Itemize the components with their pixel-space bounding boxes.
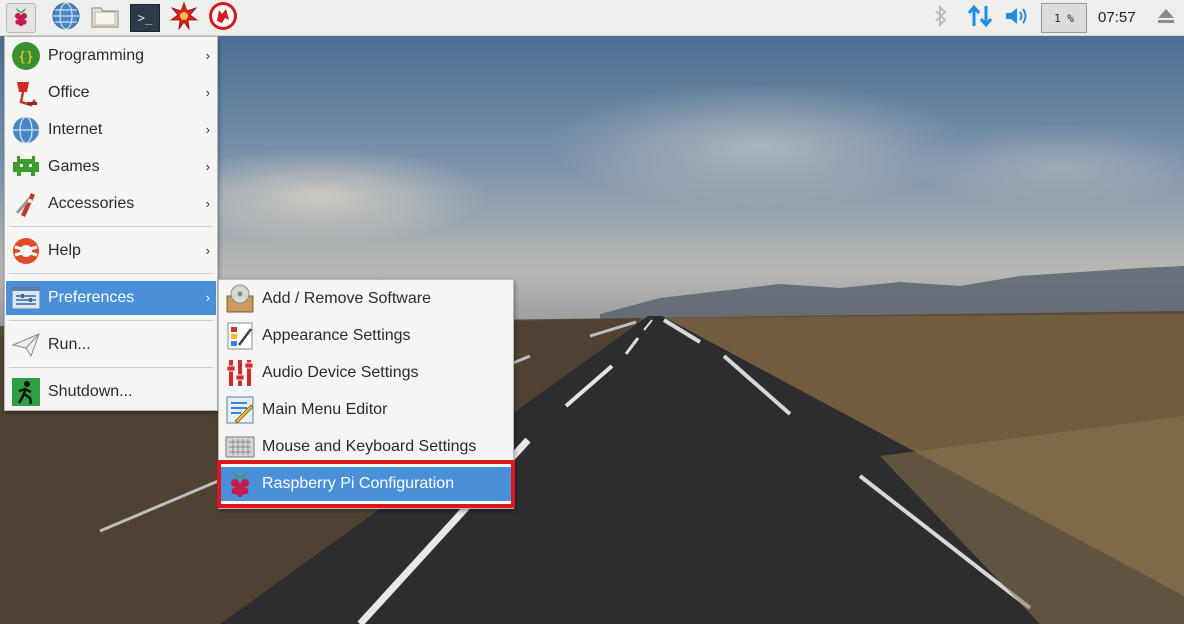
main-menu: {} Programming › Office › Internet › Gam… bbox=[4, 36, 218, 411]
clock[interactable]: 07:57 bbox=[1098, 0, 1136, 36]
submenu-item-add-remove-software[interactable]: Add / Remove Software bbox=[220, 282, 512, 316]
submenu-item-label: Mouse and Keyboard Settings bbox=[262, 438, 477, 455]
eject-button[interactable] bbox=[1154, 3, 1178, 33]
menu-item-games[interactable]: Games › bbox=[6, 150, 216, 184]
submenu-item-label: Main Menu Editor bbox=[262, 401, 388, 418]
submenu-arrow-icon: › bbox=[205, 243, 210, 258]
games-icon bbox=[10, 151, 42, 183]
submenu-item-main-menu-editor[interactable]: Main Menu Editor bbox=[220, 393, 512, 427]
submenu-arrow-icon: › bbox=[205, 122, 210, 137]
svg-text:{}: {} bbox=[18, 50, 34, 65]
preferences-submenu: Add / Remove Software Appearance Setting… bbox=[218, 279, 514, 509]
add-remove-software-icon bbox=[224, 283, 256, 315]
menu-item-internet[interactable]: Internet › bbox=[6, 113, 216, 147]
submenu-item-appearance-settings[interactable]: Appearance Settings bbox=[220, 319, 512, 353]
bluetooth-button[interactable] bbox=[930, 3, 952, 33]
menu-item-label: Programming bbox=[48, 47, 145, 64]
menu-item-label: Preferences bbox=[48, 289, 135, 306]
terminal-icon: >_ bbox=[130, 4, 160, 32]
appearance-settings-icon bbox=[224, 320, 256, 352]
help-icon bbox=[10, 235, 42, 267]
mathematica-icon bbox=[169, 1, 199, 35]
top-panel: >_ 1 % 07:57 bbox=[0, 0, 1184, 36]
submenu-item-label: Audio Device Settings bbox=[262, 364, 419, 381]
menu-item-label: Run... bbox=[48, 336, 91, 353]
menu-item-label: Shutdown... bbox=[48, 383, 133, 400]
menu-item-run[interactable]: Run... bbox=[6, 328, 216, 362]
volume-icon bbox=[1004, 5, 1030, 32]
bluetooth-icon bbox=[934, 4, 948, 32]
menu-item-office[interactable]: Office › bbox=[6, 76, 216, 110]
menu-item-programming[interactable]: {} Programming › bbox=[6, 39, 216, 73]
preferences-icon bbox=[10, 282, 42, 314]
submenu-item-label: Appearance Settings bbox=[262, 327, 411, 344]
audio-device-settings-icon bbox=[224, 357, 256, 389]
mouse-keyboard-settings-icon bbox=[224, 431, 256, 463]
menu-separator bbox=[9, 226, 213, 227]
accessories-icon bbox=[10, 188, 42, 220]
menu-item-label: Office bbox=[48, 84, 90, 101]
menu-item-help[interactable]: Help › bbox=[6, 234, 216, 268]
volume-button[interactable] bbox=[1003, 3, 1031, 33]
internet-icon bbox=[10, 114, 42, 146]
programming-icon: {} bbox=[10, 40, 42, 72]
wolfram-launcher[interactable] bbox=[208, 1, 238, 36]
menu-item-label: Accessories bbox=[48, 195, 135, 212]
cpu-usage-monitor[interactable]: 1 % bbox=[1041, 3, 1087, 33]
menu-separator bbox=[9, 320, 213, 321]
submenu-arrow-icon: › bbox=[205, 48, 210, 63]
network-button[interactable] bbox=[966, 3, 994, 33]
terminal-launcher[interactable]: >_ bbox=[130, 3, 160, 33]
network-icon bbox=[967, 4, 993, 33]
shutdown-icon bbox=[10, 376, 42, 408]
mathematica-launcher[interactable] bbox=[169, 1, 199, 35]
web-browser-launcher[interactable] bbox=[51, 1, 81, 36]
run-icon bbox=[10, 329, 42, 361]
wolfram-icon bbox=[208, 1, 238, 36]
eject-icon bbox=[1156, 7, 1176, 30]
menu-item-label: Help bbox=[48, 242, 81, 259]
raspberry-pi-configuration-icon bbox=[224, 468, 256, 500]
web-browser-icon bbox=[51, 1, 81, 36]
submenu-arrow-icon: › bbox=[205, 290, 210, 305]
submenu-item-raspberry-pi-configuration[interactable]: Raspberry Pi Configuration bbox=[220, 467, 512, 501]
submenu-item-label: Add / Remove Software bbox=[262, 290, 431, 307]
main-menu-editor-icon bbox=[224, 394, 256, 426]
menu-item-label: Games bbox=[48, 158, 100, 175]
menu-separator bbox=[9, 273, 213, 274]
submenu-arrow-icon: › bbox=[205, 196, 210, 211]
submenu-item-mouse-keyboard-settings[interactable]: Mouse and Keyboard Settings bbox=[220, 430, 512, 464]
raspberry-menu-icon bbox=[10, 5, 32, 32]
submenu-arrow-icon: › bbox=[205, 85, 210, 100]
menu-separator bbox=[9, 367, 213, 368]
menu-item-preferences[interactable]: Preferences › bbox=[6, 281, 216, 315]
office-icon bbox=[10, 77, 42, 109]
submenu-arrow-icon: › bbox=[205, 159, 210, 174]
file-manager-icon bbox=[90, 2, 120, 35]
raspberry-menu-button[interactable] bbox=[6, 3, 36, 33]
submenu-item-audio-device-settings[interactable]: Audio Device Settings bbox=[220, 356, 512, 390]
menu-item-label: Internet bbox=[48, 121, 103, 138]
menu-item-shutdown[interactable]: Shutdown... bbox=[6, 375, 216, 409]
submenu-item-label: Raspberry Pi Configuration bbox=[262, 475, 455, 492]
menu-item-accessories[interactable]: Accessories › bbox=[6, 187, 216, 221]
file-manager-launcher[interactable] bbox=[90, 3, 120, 33]
